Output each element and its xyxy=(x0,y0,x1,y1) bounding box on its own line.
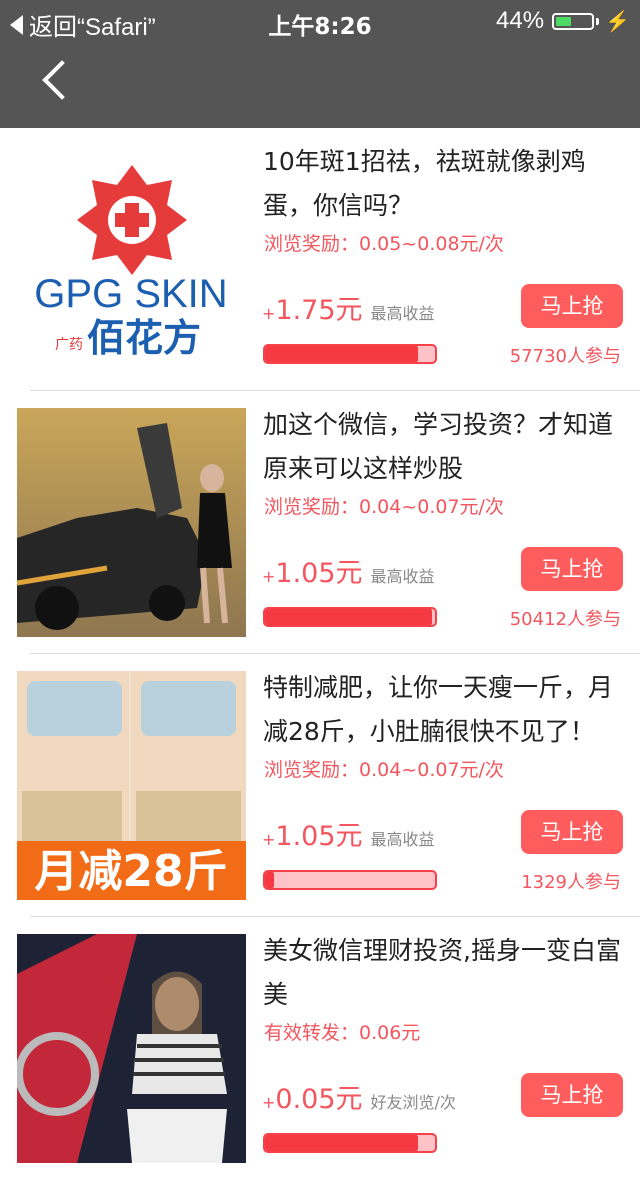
item-title: 特制减肥，让你一天瘦一斤，月减28斤，小肚腩很快不见了！ xyxy=(263,673,614,746)
item-thumbnail-gpgskin: GPG SKIN 广药 佰花方 xyxy=(17,145,246,374)
participants-count: 57730人参与 xyxy=(509,346,621,367)
item-thumbnail-diet: 月减28斤 xyxy=(17,671,246,900)
item-earnings: + 1.05元 最高收益 xyxy=(262,551,435,590)
charging-bolt-icon: ⚡ xyxy=(605,10,630,33)
item-thumbnail-woman-car xyxy=(17,934,246,1163)
progress-bar xyxy=(263,870,437,890)
grab-button[interactable]: 马上抢 xyxy=(521,1073,623,1117)
item-reward: 浏览奖励：0.04~0.07元/次 xyxy=(264,496,504,518)
participants-count: 50412人参与 xyxy=(509,609,621,630)
earnings-amount: 1.05元 xyxy=(275,821,363,852)
task-list: GPG SKIN 广药 佰花方 10年斑1招祛，祛斑就像剥鸡蛋，你信吗？ 浏览奖… xyxy=(0,128,640,1180)
item-earnings: + 1.05元 最高收益 xyxy=(262,814,435,853)
item-title: 加这个微信，学习投资？才知道原来可以这样炒股 xyxy=(263,410,614,483)
progress-fill xyxy=(265,1135,418,1151)
list-item[interactable]: 加这个微信，学习投资？才知道原来可以这样炒股 浏览奖励：0.04~0.07元/次… xyxy=(0,391,640,654)
logo-text-brand: 佰花方 xyxy=(87,316,201,360)
progress-bar xyxy=(263,1133,437,1153)
earnings-amount: 1.05元 xyxy=(275,558,363,589)
earnings-plus: + xyxy=(262,830,276,849)
participants-count: 1329人参与 xyxy=(521,872,621,893)
chevron-left-icon[interactable] xyxy=(42,60,82,100)
item-reward: 浏览奖励：0.04~0.07元/次 xyxy=(264,759,504,781)
nav-bar xyxy=(0,40,640,128)
earnings-plus: + xyxy=(262,567,276,586)
logo-text-gpgskin: GPG SKIN xyxy=(34,272,227,316)
progress-fill xyxy=(265,346,418,362)
list-item[interactable]: 月减28斤 特制减肥，让你一天瘦一斤，月减28斤，小肚腩很快不见了！ 浏览奖励：… xyxy=(0,654,640,917)
list-item[interactable]: GPG SKIN 广药 佰花方 10年斑1招祛，祛斑就像剥鸡蛋，你信吗？ 浏览奖… xyxy=(0,128,640,391)
grab-button[interactable]: 马上抢 xyxy=(521,810,623,854)
earnings-plus: + xyxy=(262,1093,276,1112)
earnings-label: 最高收益 xyxy=(370,304,435,323)
list-item[interactable]: 美女微信理财投资,摇身一变白富美 有效转发：0.06元 + 0.05元 好友浏览… xyxy=(0,917,640,1180)
status-bar: 返回“Safari” 上午8:26 44% ⚡ xyxy=(0,0,640,41)
progress-bar xyxy=(263,607,437,627)
progress-fill xyxy=(265,609,432,625)
item-reward: 浏览奖励：0.05~0.08元/次 xyxy=(264,233,504,255)
item-earnings: + 1.75元 最高收益 xyxy=(262,288,435,327)
diet-banner-text: 月减28斤 xyxy=(34,846,227,897)
progress-fill xyxy=(265,872,274,888)
battery-icon xyxy=(552,12,595,30)
earnings-plus: + xyxy=(262,304,276,323)
item-title: 美女微信理财投资,摇身一变白富美 xyxy=(263,936,621,1009)
item-thumbnail-car xyxy=(17,408,246,637)
item-title: 10年斑1招祛，祛斑就像剥鸡蛋，你信吗？ xyxy=(263,147,586,220)
grab-button[interactable]: 马上抢 xyxy=(521,547,623,591)
logo-text-small: 广药 xyxy=(55,337,83,353)
item-earnings: + 0.05元 好友浏览/次 xyxy=(262,1077,456,1116)
earnings-amount: 1.75元 xyxy=(275,295,363,326)
earnings-amount: 0.05元 xyxy=(275,1084,363,1115)
item-reward: 有效转发：0.06元 xyxy=(264,1022,421,1044)
earnings-label: 好友浏览/次 xyxy=(370,1093,456,1112)
grab-button[interactable]: 马上抢 xyxy=(521,284,623,328)
progress-bar xyxy=(263,344,437,364)
earnings-label: 最高收益 xyxy=(370,830,435,849)
earnings-label: 最高收益 xyxy=(370,567,435,586)
battery-percent: 44% xyxy=(496,7,545,34)
